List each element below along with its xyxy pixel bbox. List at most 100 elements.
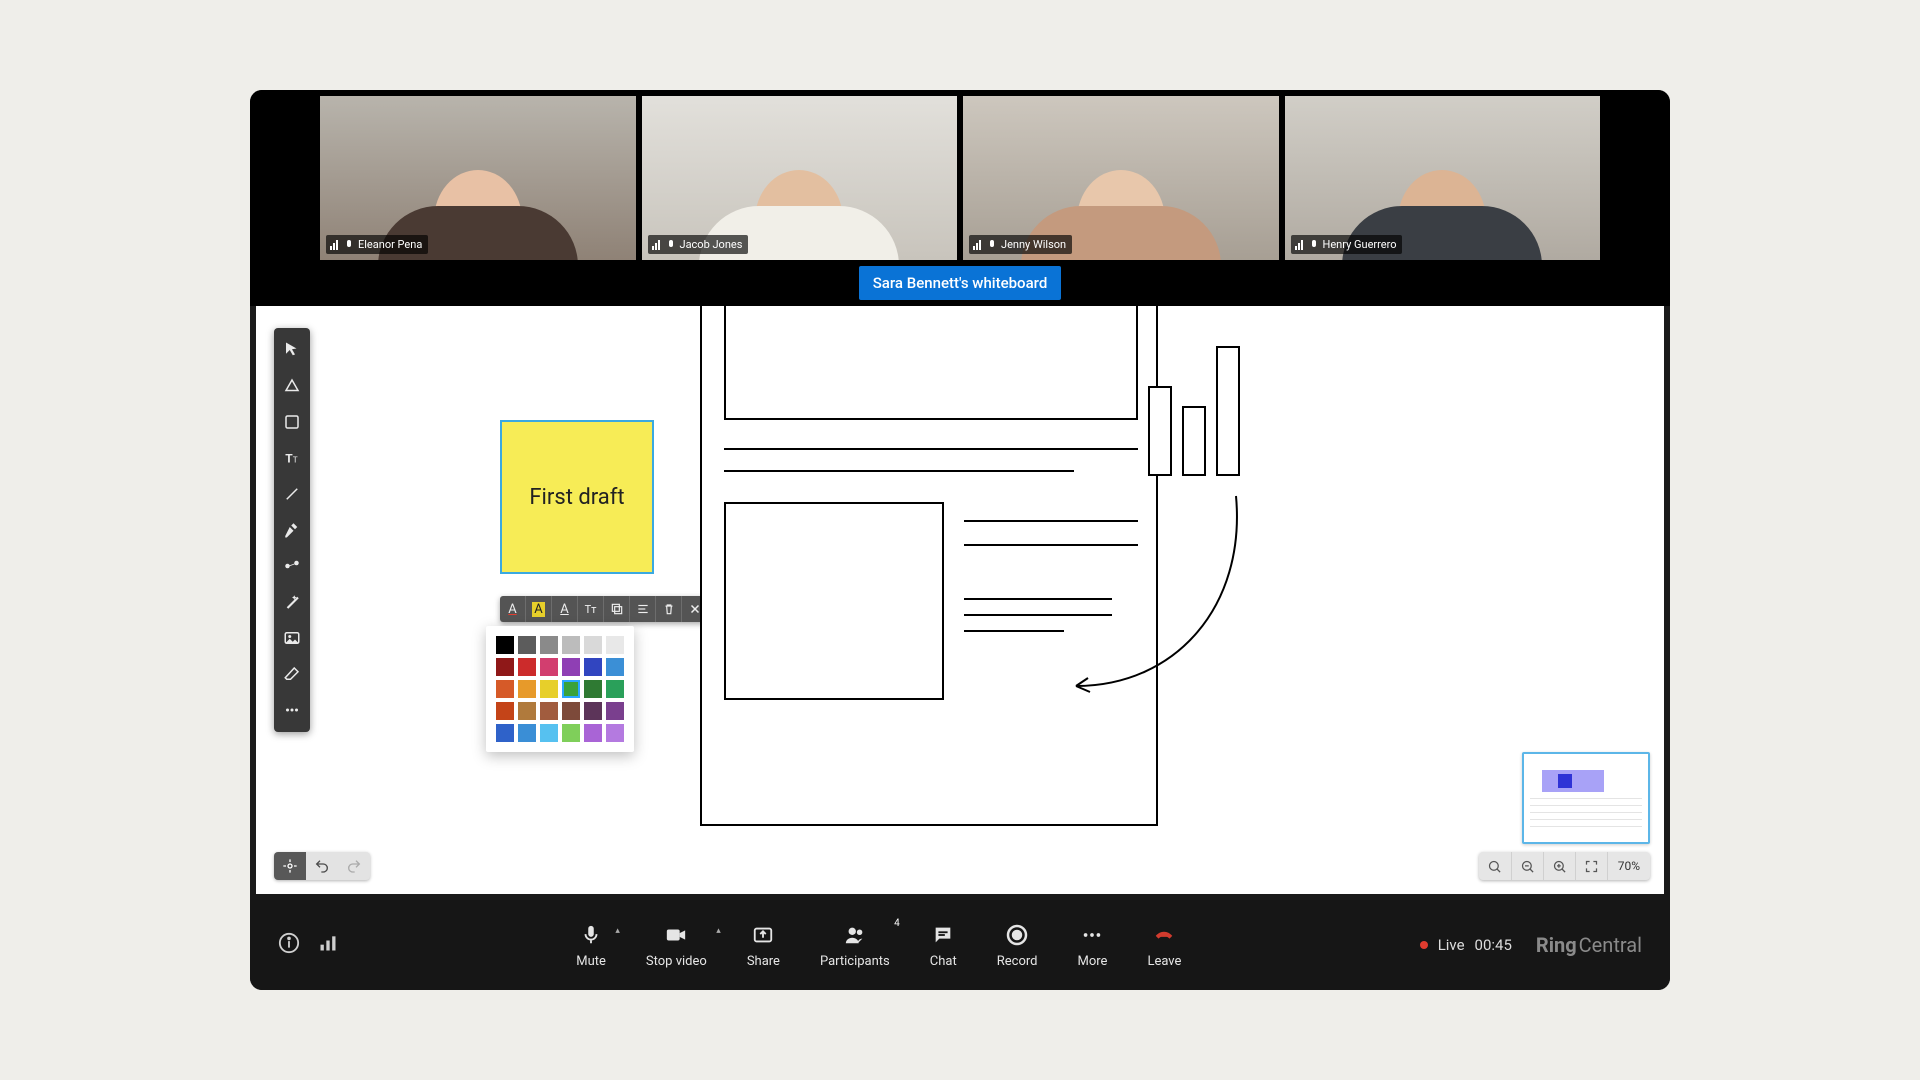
participant-name-tag: Eleanor Pena [326,235,428,254]
color-swatch[interactable] [496,636,514,654]
select-tool-icon[interactable] [274,332,310,368]
whiteboard-title-bar: Sara Bennett's whiteboard [250,260,1670,306]
color-swatch[interactable] [496,680,514,698]
more-tool-icon[interactable] [274,692,310,728]
text-format-bar: A A A Tт [500,596,708,622]
participant-name-tag: Jenny Wilson [969,235,1072,254]
bar-chart-sketch[interactable] [1148,336,1268,476]
chevron-up-icon: ▴ [716,926,721,936]
color-swatch[interactable] [584,724,602,742]
color-swatch[interactable] [518,658,536,676]
whiteboard-toolbar: TT [274,328,310,732]
copy-icon[interactable] [604,596,630,622]
color-swatch[interactable] [540,636,558,654]
delete-icon[interactable] [656,596,682,622]
eraser-tool-icon[interactable] [274,656,310,692]
mute-button[interactable]: ▴ Mute [576,922,606,969]
color-swatch[interactable] [540,680,558,698]
pen-tool-icon[interactable] [274,512,310,548]
record-dot-icon [1420,941,1428,949]
chat-icon [931,922,955,948]
leave-button[interactable]: Leave [1147,922,1181,969]
color-swatch[interactable] [562,658,580,676]
sticky-note-text: First draft [529,485,624,510]
undo-icon[interactable] [306,852,338,880]
record-button[interactable]: Record [997,922,1038,969]
fit-screen-icon[interactable] [1575,852,1607,880]
stop-video-button[interactable]: ▴ Stop video [646,922,707,969]
color-swatch[interactable] [562,636,580,654]
color-swatch[interactable] [606,702,624,720]
participant-tile[interactable]: Henry Guerrero [1285,96,1601,260]
color-swatch[interactable] [518,636,536,654]
text-color-icon[interactable]: A [500,596,526,622]
info-icon[interactable] [278,932,300,958]
color-swatch[interactable] [518,724,536,742]
app-window: Eleanor Pena Jacob Jones Jenny Wilson [250,90,1670,990]
color-swatch[interactable] [584,636,602,654]
more-button[interactable]: More [1077,922,1107,969]
whiteboard-canvas[interactable]: TT First draft A A A Tт [256,306,1664,894]
participant-strip: Eleanor Pena Jacob Jones Jenny Wilson [250,90,1670,260]
recenter-icon[interactable] [274,852,306,880]
text-tool-icon[interactable]: TT [274,440,310,476]
color-swatch[interactable] [540,702,558,720]
meeting-control-bar: ▴ Mute ▴ Stop video Share 4 Participants… [250,900,1670,990]
shape-tool-icon[interactable] [274,368,310,404]
zoom-percent: 70% [1607,852,1650,880]
zoom-reset-icon[interactable] [1479,852,1511,880]
participants-icon [841,922,869,948]
color-swatch[interactable] [606,658,624,676]
color-swatch[interactable] [540,724,558,742]
color-swatch[interactable] [606,636,624,654]
zoom-in-icon[interactable] [1543,852,1575,880]
camera-icon [663,922,689,948]
color-swatch[interactable] [496,702,514,720]
more-icon [1080,922,1104,948]
color-swatch[interactable] [584,702,602,720]
participant-count-badge: 4 [894,918,900,929]
color-swatch[interactable] [562,680,580,698]
highlight-icon[interactable]: A [526,596,552,622]
sticky-note[interactable]: First draft [500,420,654,574]
color-swatch[interactable] [584,658,602,676]
sticky-note-tool-icon[interactable] [274,404,310,440]
minimap[interactable] [1522,752,1650,844]
connector-tool-icon[interactable] [274,548,310,584]
svg-text:T: T [293,456,298,466]
color-swatch[interactable] [562,702,580,720]
color-swatch[interactable] [496,658,514,676]
record-icon [1005,922,1029,948]
arrow-sketch[interactable] [1056,486,1296,726]
participant-name-tag: Jacob Jones [648,235,749,254]
align-icon[interactable] [630,596,656,622]
participant-tile[interactable]: Jenny Wilson [963,96,1279,260]
participant-tile[interactable]: Jacob Jones [642,96,958,260]
color-swatch[interactable] [496,724,514,742]
color-swatch[interactable] [518,680,536,698]
chevron-up-icon: ▴ [615,926,620,936]
participants-button[interactable]: 4 Participants [820,922,890,969]
chat-button[interactable]: Chat [930,922,957,969]
color-swatch[interactable] [562,724,580,742]
color-swatch[interactable] [606,680,624,698]
share-button[interactable]: Share [747,922,780,969]
hangup-icon [1150,922,1178,948]
color-swatch[interactable] [606,724,624,742]
image-tool-icon[interactable] [274,620,310,656]
color-swatch[interactable] [584,680,602,698]
participant-tile[interactable]: Eleanor Pena [320,96,636,260]
signal-icon[interactable] [318,933,338,957]
text-size-icon[interactable]: Tт [578,596,604,622]
whiteboard-area: TT First draft A A A Tт [250,306,1670,900]
color-swatch[interactable] [518,702,536,720]
magic-tool-icon[interactable] [274,584,310,620]
line-tool-icon[interactable] [274,476,310,512]
redo-icon[interactable] [338,852,370,880]
text-style-icon[interactable]: A [552,596,578,622]
live-indicator: Live 00:45 [1420,936,1512,954]
zoom-out-icon[interactable] [1511,852,1543,880]
color-swatch[interactable] [540,658,558,676]
share-icon [751,922,775,948]
mic-icon [580,922,602,948]
